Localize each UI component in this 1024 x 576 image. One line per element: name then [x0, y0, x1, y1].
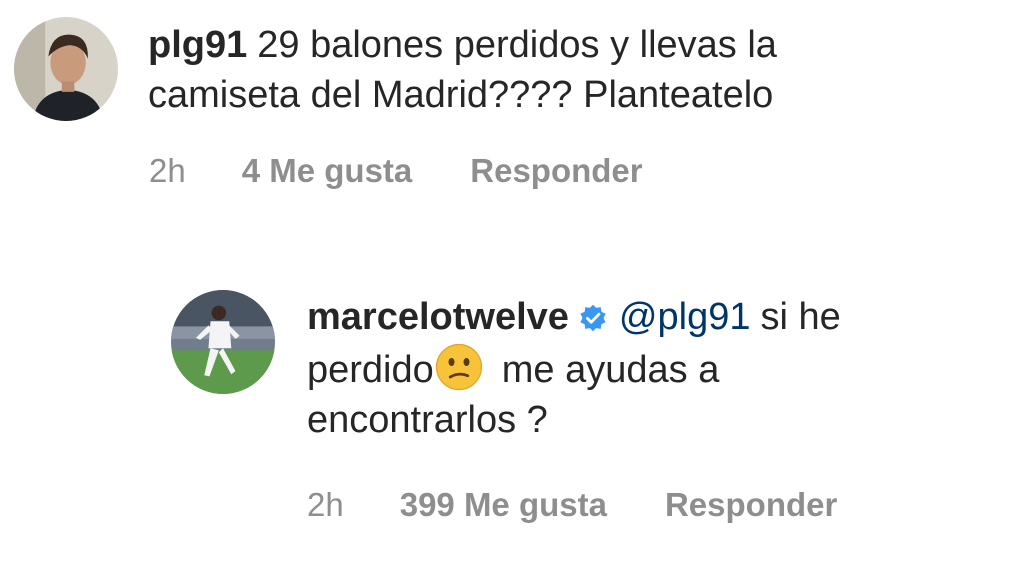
avatar[interactable]: [14, 17, 118, 121]
comment-text: plg91 29 balones perdidos y llevas la cam…: [148, 20, 968, 120]
comment-text-line1: 29 balones perdidos y llevas la: [257, 24, 777, 66]
comment-meta: 2h 399 Me gusta Responder: [307, 486, 837, 524]
user-avatar-icon: [14, 17, 118, 121]
comment-username[interactable]: plg91: [148, 24, 247, 66]
likes-count-button[interactable]: 4 Me gusta: [242, 152, 413, 190]
comment-text-part4: encontrarlos ?: [307, 399, 548, 441]
verified-badge-icon: [580, 304, 606, 332]
comment-time: 2h: [149, 152, 186, 189]
comment-time: 2h: [307, 486, 344, 523]
comment-text-line2: camiseta del Madrid???? Planteatelo: [148, 74, 774, 116]
avatar[interactable]: [171, 290, 275, 394]
comment-username[interactable]: marcelotwelve: [307, 296, 569, 338]
likes-count-button[interactable]: 399 Me gusta: [400, 486, 607, 524]
mention-link[interactable]: @plg91: [619, 296, 751, 338]
comment-meta: 2h 4 Me gusta Responder: [149, 152, 643, 190]
reply-button[interactable]: Responder: [470, 152, 642, 190]
comment-text-part2: perdido: [307, 349, 434, 391]
reply-button[interactable]: Responder: [665, 486, 837, 524]
comment-text-part1: si he: [760, 296, 841, 338]
player-avatar-icon: [171, 290, 275, 394]
comment-text: marcelotwelve @plg91 si he perdido me ayu…: [307, 292, 997, 445]
confused-face-emoji: [435, 343, 482, 391]
comment-text-part3: me ayudas a: [501, 349, 720, 391]
